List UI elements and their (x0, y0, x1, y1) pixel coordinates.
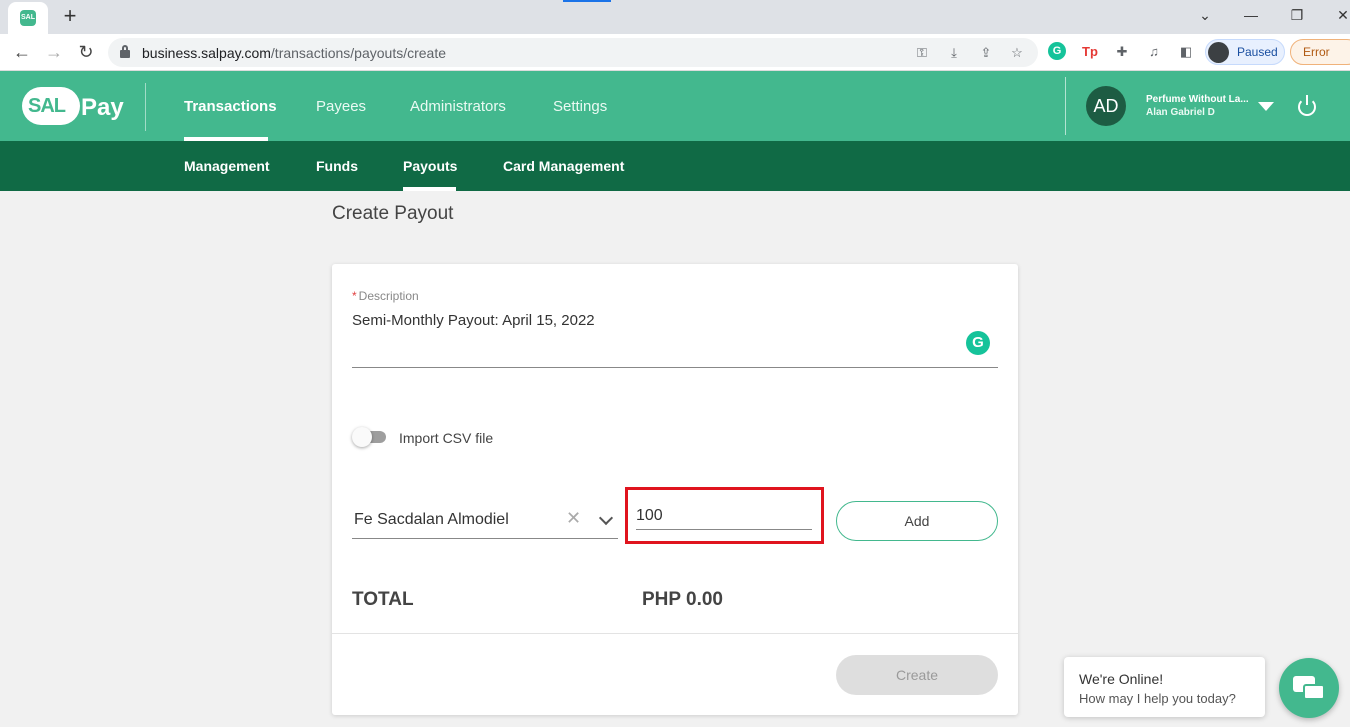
profile-status: Paused (1237, 45, 1278, 59)
description-underline (352, 367, 998, 368)
url-host: business.salpay.com (142, 45, 271, 61)
import-csv-toggle[interactable] (352, 427, 386, 447)
description-label-text: Description (358, 289, 419, 303)
tab-search-button[interactable]: ⌄ (1193, 4, 1217, 26)
tp-ext-icon[interactable]: Tp (1080, 42, 1100, 62)
grammarly-ext-icon[interactable]: G (1048, 42, 1066, 60)
puzzle-icon[interactable]: ✚ (1112, 42, 1132, 62)
nav-transactions[interactable]: Transactions (184, 98, 277, 115)
sub-navigation: Management Funds Payouts Card Management (0, 141, 1350, 191)
media-icon[interactable]: ♫ (1144, 42, 1164, 62)
create-button[interactable]: Create (836, 655, 998, 695)
profile-avatar (1208, 42, 1229, 63)
error-button[interactable]: Error (1290, 39, 1350, 65)
active-subnav-indicator (403, 187, 456, 191)
star-icon[interactable]: ☆ (1008, 44, 1026, 62)
subnav-funds[interactable]: Funds (316, 158, 358, 174)
sidebar-icon[interactable]: ◧ (1176, 42, 1196, 62)
browser-toolbar: ← → ↻ business.salpay.com/transactions/p… (0, 34, 1350, 71)
total-value: PHP 0.00 (642, 589, 723, 610)
payee-selected-value: Fe Sacdalan Almodiel (354, 511, 509, 528)
nav-administrators[interactable]: Administrators (410, 98, 506, 115)
download-icon[interactable]: ⤓ (945, 44, 963, 62)
logo-pay: Pay (81, 94, 124, 121)
new-tab-button[interactable]: + (58, 4, 82, 28)
minimize-button[interactable]: — (1239, 4, 1263, 26)
toggle-thumb (352, 427, 372, 447)
add-button[interactable]: Add (836, 501, 998, 541)
amount-highlight (625, 487, 824, 544)
power-icon[interactable] (1297, 95, 1317, 116)
lock-icon[interactable] (120, 45, 130, 59)
app-header: SAL Pay Transactions Payees Administrato… (0, 71, 1350, 141)
payee-select[interactable]: Fe Sacdalan Almodiel ✕ (352, 500, 618, 539)
tab-loading-indicator (563, 0, 611, 2)
form-divider (332, 633, 1018, 634)
user-name: Alan Gabriel D (1146, 107, 1215, 118)
salpay-favicon-icon: SAL (20, 10, 36, 26)
browser-tab[interactable]: SAL (8, 2, 48, 34)
restore-button[interactable]: ❐ (1285, 4, 1309, 26)
logo-sal: SAL (28, 95, 66, 117)
subnav-card-management[interactable]: Card Management (503, 158, 624, 174)
clear-icon[interactable]: ✕ (566, 508, 581, 529)
chat-icon-front (1303, 684, 1325, 700)
user-menu-caret-icon[interactable] (1258, 102, 1274, 111)
url-text[interactable]: business.salpay.com/transactions/payouts… (142, 45, 446, 61)
close-window-button[interactable]: ✕ (1331, 4, 1350, 26)
create-payout-form: * Description Semi-Monthly Payout: April … (332, 264, 1018, 715)
grammarly-icon[interactable]: G (966, 331, 990, 355)
import-csv-label: Import CSV file (399, 430, 494, 446)
profile-button[interactable]: Paused (1205, 39, 1285, 65)
chat-launcher-button[interactable] (1279, 658, 1339, 718)
user-divider (1065, 77, 1066, 135)
subnav-management[interactable]: Management (184, 158, 270, 174)
back-button[interactable]: ← (9, 39, 35, 65)
address-bar[interactable]: business.salpay.com/transactions/payouts… (108, 38, 1038, 67)
chat-greeting[interactable]: We're Online! How may I help you today? (1064, 657, 1265, 717)
description-input[interactable]: Semi-Monthly Payout: April 15, 2022 (352, 312, 595, 329)
chat-subtitle: How may I help you today? (1079, 691, 1236, 706)
nav-payees[interactable]: Payees (316, 98, 366, 115)
user-avatar[interactable]: AD (1086, 86, 1126, 126)
amount-input[interactable] (636, 502, 812, 530)
description-label: * Description (352, 289, 419, 303)
browser-tab-strip: SAL + ⌄ — ❐ ✕ (0, 0, 1350, 34)
salpay-logo[interactable]: SAL Pay (22, 87, 124, 127)
user-org-name: Perfume Without La... (1146, 94, 1249, 105)
forward-button[interactable]: → (41, 39, 67, 65)
chevron-down-icon[interactable] (598, 510, 614, 526)
reload-button[interactable]: ↻ (73, 39, 99, 65)
total-label: TOTAL (352, 589, 414, 610)
subnav-payouts[interactable]: Payouts (403, 158, 457, 174)
chat-title: We're Online! (1079, 671, 1164, 687)
header-divider (145, 83, 146, 131)
nav-settings[interactable]: Settings (553, 98, 607, 115)
share-icon[interactable]: ⇪ (977, 44, 995, 62)
key-icon[interactable]: ⚿ (913, 44, 931, 62)
required-mark: * (352, 289, 357, 303)
page-title: Create Payout (332, 203, 454, 224)
error-label: Error (1303, 45, 1330, 59)
url-path: /transactions/payouts/create (270, 45, 447, 61)
